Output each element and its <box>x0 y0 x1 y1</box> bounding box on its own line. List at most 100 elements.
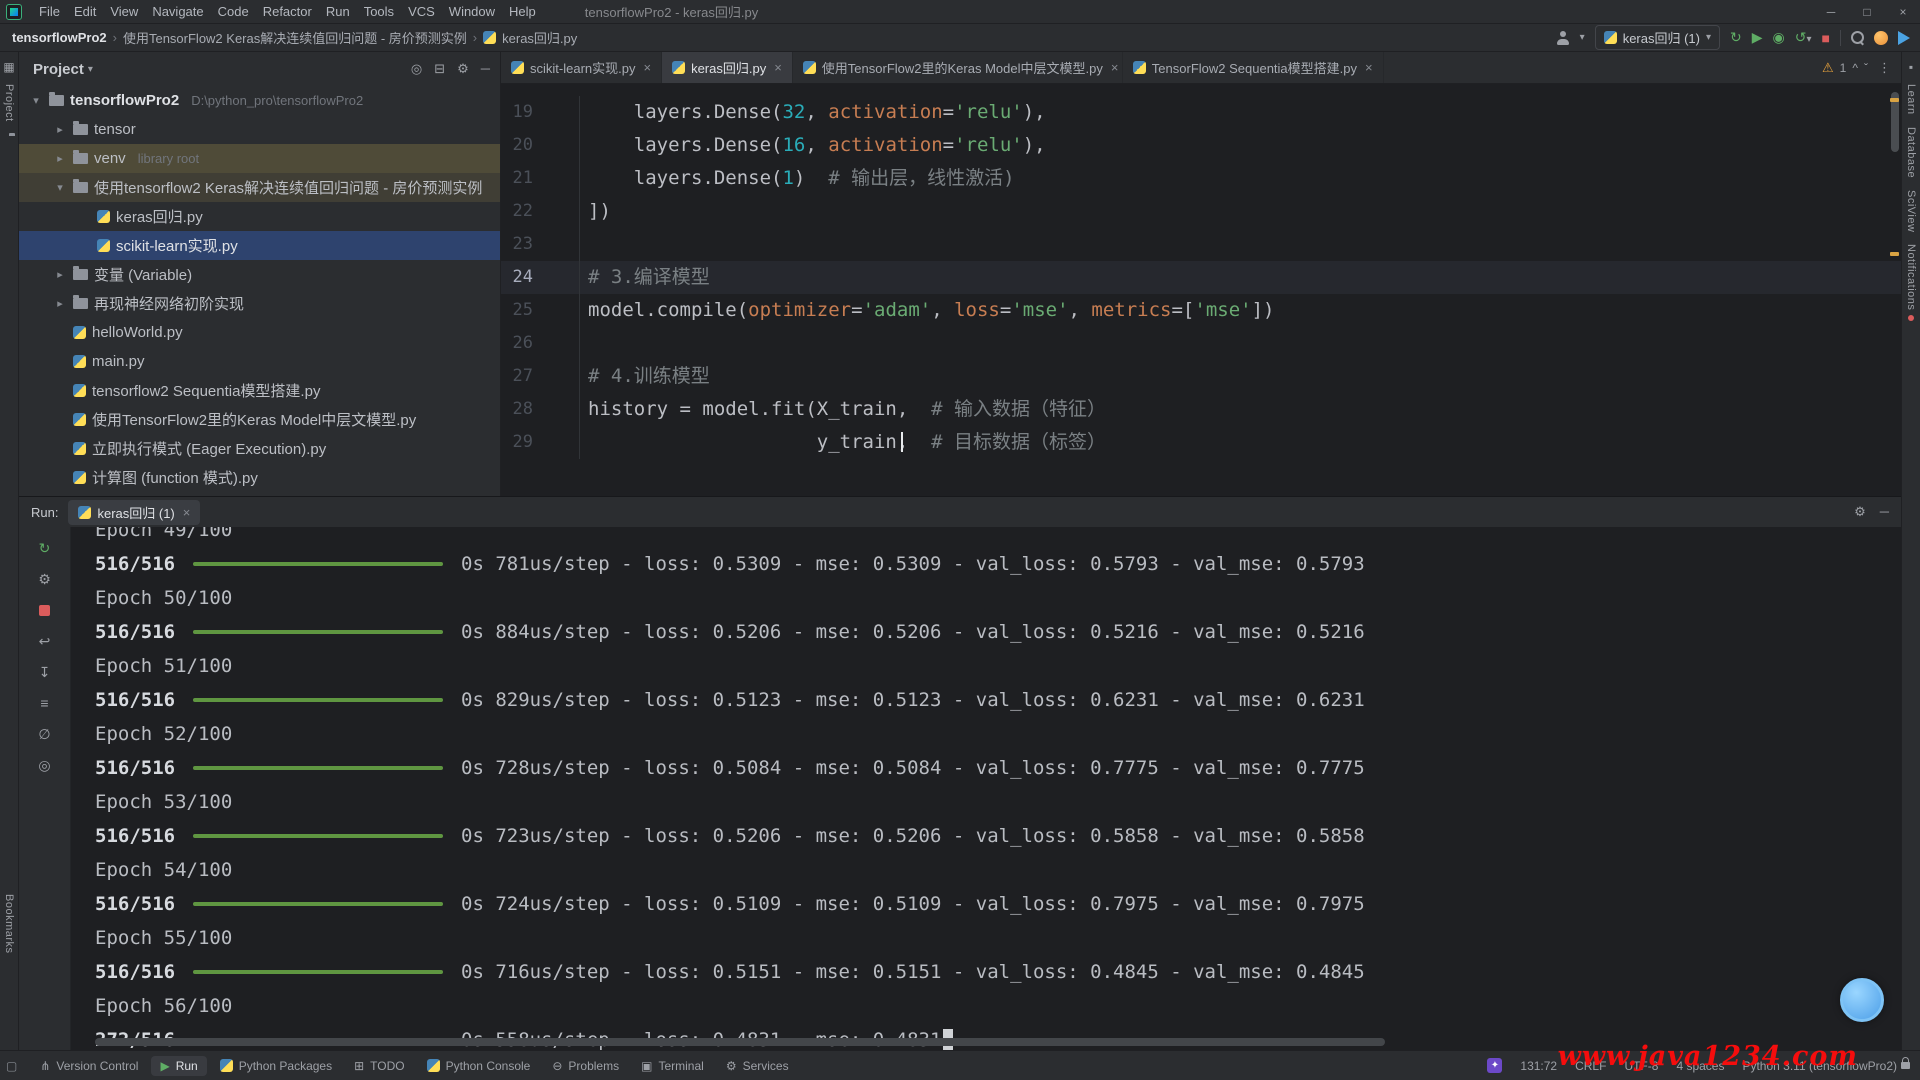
maximize-icon[interactable]: □ <box>1850 0 1884 23</box>
locate-file-icon[interactable]: ◎ <box>411 61 422 77</box>
run-settings-icon[interactable]: ⚙ <box>1854 504 1866 520</box>
clear-all-icon[interactable]: ∅ <box>34 723 56 745</box>
event-log-icon[interactable]: ✦ <box>1487 1058 1502 1073</box>
stop-icon[interactable] <box>34 599 56 621</box>
line-number[interactable]: 20 <box>501 129 580 162</box>
collapse-all-icon[interactable]: ⊟ <box>434 61 445 77</box>
read-lock-icon[interactable] <box>1901 1062 1910 1069</box>
tool-window-button-todo[interactable]: ⊞TODO <box>345 1056 414 1076</box>
menu-item-file[interactable]: File <box>32 2 67 21</box>
tool-stripe-database[interactable]: Database <box>1905 121 1917 184</box>
tree-item[interactable]: 计算图 (function 模式).py <box>19 463 500 492</box>
editor-tab[interactable]: scikit-learn实现.py× <box>501 52 662 83</box>
pycharm-logo-icon[interactable] <box>6 4 22 20</box>
project-panel-title[interactable]: Project <box>33 61 84 78</box>
run-button[interactable]: ▶ <box>1752 29 1763 46</box>
status-item[interactable]: 131:72 <box>1520 1059 1557 1073</box>
menu-item-run[interactable]: Run <box>319 2 357 21</box>
menu-item-view[interactable]: View <box>103 2 145 21</box>
chevron-right-icon[interactable]: ▸ <box>53 297 67 310</box>
pin-icon[interactable]: ◎ <box>34 754 56 776</box>
tree-item[interactable]: ▾tensorflowPro2D:\python_pro\tensorflowP… <box>19 86 500 115</box>
tool-window-button-python-console[interactable]: Python Console <box>418 1056 540 1076</box>
line-number[interactable]: 27 <box>501 360 580 393</box>
share-run-icon[interactable] <box>1898 31 1910 45</box>
line-number[interactable]: 25 <box>501 294 580 327</box>
tool-stripe-notifications[interactable]: Notifications <box>1905 238 1917 326</box>
inspection-widget[interactable]: ⚠ 1 ^ ˇ <box>1822 60 1868 76</box>
tree-item[interactable]: helloWorld.py <box>19 318 500 347</box>
hide-run-panel-icon[interactable]: ─ <box>1880 504 1889 520</box>
menu-item-window[interactable]: Window <box>442 2 502 21</box>
chevron-right-icon[interactable]: ▸ <box>53 123 67 136</box>
editor-tab[interactable]: TensorFlow2 Sequentia模型搭建.py× <box>1123 52 1384 83</box>
close-tab-icon[interactable]: × <box>643 60 651 75</box>
panel-options-icon[interactable]: ⚙ <box>457 61 469 77</box>
search-everywhere-icon[interactable] <box>1851 31 1864 44</box>
close-icon[interactable]: × <box>1886 0 1920 23</box>
tree-item[interactable]: 立即执行模式 (Eager Execution).py <box>19 434 500 463</box>
tool-stripe-sciview[interactable]: SciView <box>1905 184 1917 238</box>
tree-item[interactable]: ▸venvlibrary root <box>19 144 500 173</box>
line-number[interactable]: 22 <box>501 195 580 228</box>
warning-stripe-mark[interactable] <box>1890 98 1899 102</box>
editor-options-icon[interactable]: ⋮ <box>1878 60 1891 76</box>
chevron-down-icon[interactable]: ▾ <box>53 181 67 194</box>
console-horizontal-scrollbar[interactable] <box>95 1038 1385 1046</box>
tree-item[interactable]: tensorflow2 Sequentia模型搭建.py <box>19 376 500 405</box>
line-number[interactable]: 29 <box>501 426 580 459</box>
menu-item-code[interactable]: Code <box>211 2 256 21</box>
tool-window-button-run[interactable]: ▶Run <box>151 1056 206 1076</box>
hide-panel-icon[interactable]: ─ <box>481 61 490 77</box>
tree-item[interactable]: keras回归.py <box>19 202 500 231</box>
editor-tab[interactable]: 使用TensorFlow2里的Keras Model中层文模型.py× <box>793 52 1123 83</box>
menu-item-navigate[interactable]: Navigate <box>145 2 210 21</box>
user-profile-icon[interactable] <box>1556 31 1570 45</box>
close-tab-icon[interactable]: × <box>774 60 782 75</box>
prev-problem-icon[interactable]: ^ <box>1852 61 1858 75</box>
minimize-icon[interactable]: ─ <box>1814 0 1848 23</box>
coverage-button[interactable]: ↺▾ <box>1795 29 1812 46</box>
code-area[interactable]: 19 layers.Dense(32, activation='relu'),2… <box>501 84 1901 496</box>
editor-tab[interactable]: keras回归.py× <box>662 52 793 83</box>
chevron-right-icon[interactable]: ▸ <box>53 268 67 281</box>
chevron-right-icon[interactable]: ▸ <box>53 152 67 165</box>
close-tab-icon[interactable]: × <box>1111 60 1119 75</box>
floating-button[interactable] <box>1840 978 1884 1022</box>
line-number[interactable]: 23 <box>501 228 580 261</box>
tree-item[interactable]: main.py <box>19 347 500 376</box>
settings-icon[interactable]: ⚙ <box>34 568 56 590</box>
menu-item-help[interactable]: Help <box>502 2 543 21</box>
menu-item-vcs[interactable]: VCS <box>401 2 442 21</box>
menu-item-tools[interactable]: Tools <box>357 2 401 21</box>
tree-item[interactable]: ▾使用tensorflow2 Keras解决连续值回归问题 - 房价预测实例 <box>19 173 500 202</box>
close-tab-icon[interactable]: × <box>1365 60 1373 75</box>
warning-stripe-mark[interactable] <box>1890 252 1899 256</box>
soft-wrap-icon[interactable]: ↩ <box>34 630 56 652</box>
tool-window-button-problems[interactable]: ⊖Problems <box>543 1056 628 1076</box>
tool-stripe-bookmarks[interactable]: Bookmarks <box>3 888 15 960</box>
tool-window-button-python-packages[interactable]: Python Packages <box>211 1056 341 1076</box>
ide-notification-icon[interactable] <box>1874 31 1888 45</box>
debug-button[interactable]: ◉ <box>1773 29 1785 46</box>
scroll-to-end-icon[interactable]: ↧ <box>34 661 56 683</box>
tool-window-button-version-control[interactable]: ⋔Version Control <box>31 1056 147 1076</box>
run-config-selector[interactable]: keras回归 (1) ▾ <box>1595 25 1720 50</box>
tool-window-button-services[interactable]: ⚙Services <box>717 1056 798 1076</box>
tree-item[interactable]: ▸变量 (Variable) <box>19 260 500 289</box>
tool-window-button-terminal[interactable]: ▣Terminal <box>632 1056 713 1076</box>
line-number[interactable]: 21 <box>501 162 580 195</box>
chevron-down-icon[interactable]: ▾ <box>88 64 93 75</box>
tool-stripe-learn[interactable]: Learn <box>1905 78 1917 121</box>
line-number[interactable]: 26 <box>501 327 580 360</box>
project-structure-icon[interactable]: ▦ <box>3 60 14 74</box>
line-number[interactable]: 24 <box>501 261 580 294</box>
tree-item[interactable]: 使用TensorFlow2里的Keras Model中层文模型.py <box>19 405 500 434</box>
tool-window-corner-icon[interactable]: ▢ <box>6 1059 17 1073</box>
run-tab[interactable]: keras回归 (1) × <box>68 500 200 525</box>
breadcrumb-item[interactable]: keras回归.py <box>502 28 577 47</box>
close-run-tab-icon[interactable]: × <box>183 505 191 520</box>
menu-item-edit[interactable]: Edit <box>67 2 103 21</box>
next-problem-icon[interactable]: ˇ <box>1864 61 1868 75</box>
rerun-icon[interactable]: ↻ <box>34 537 56 559</box>
